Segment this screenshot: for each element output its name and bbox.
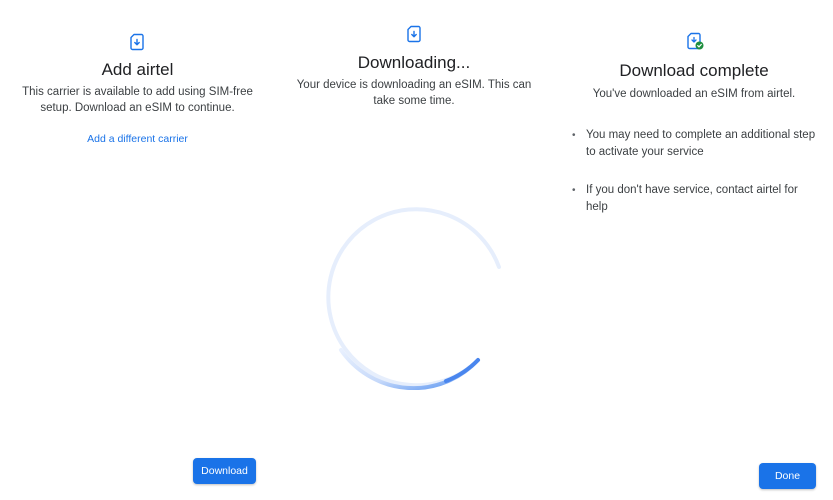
list-item: • If you don't have service, contact air… <box>569 182 819 216</box>
sim-check-icon <box>687 32 704 50</box>
description-line: Your device is downloading an eSIM. This… <box>296 79 532 91</box>
download-button[interactable]: Download <box>193 458 256 484</box>
list-item: • You may need to complete an additional… <box>569 127 819 161</box>
list-item-line: help <box>586 201 608 213</box>
next-steps-list: • You may need to complete an additional… <box>569 127 819 237</box>
downloading-description: Your device is downloading an eSIM. This… <box>278 77 550 109</box>
page-title: Downloading... <box>357 53 471 72</box>
complete-description: You've downloaded an eSIM from airtel. <box>592 88 796 100</box>
page-title: Download complete <box>619 61 769 80</box>
bullet-glyph: • <box>572 185 576 196</box>
list-item-line: If you don't have service, contact airte… <box>586 184 798 196</box>
download-complete-screen: Download complete You've downloaded an e… <box>555 0 833 500</box>
sim-download-icon <box>407 25 421 43</box>
done-button[interactable]: Done <box>759 463 816 489</box>
list-item-line: to activate your service <box>586 146 704 158</box>
description-line: This carrier is available to add using S… <box>22 86 253 98</box>
bullet-glyph: • <box>572 130 576 141</box>
description-line: setup. Download an eSIM to continue. <box>40 102 235 114</box>
add-different-carrier-link[interactable]: Add a different carrier <box>0 133 275 145</box>
list-item-line: You may need to complete an additional s… <box>586 129 816 141</box>
description-line: take some time. <box>373 95 455 107</box>
page-title: Add airtel <box>101 60 174 79</box>
sim-download-icon <box>130 33 144 51</box>
add-carrier-screen: Add airtel This carrier is available to … <box>0 0 275 500</box>
spinner-icon <box>326 207 501 390</box>
esim-setup-screens: Add airtel This carrier is available to … <box>0 0 833 500</box>
carrier-description: This carrier is available to add using S… <box>0 84 275 116</box>
